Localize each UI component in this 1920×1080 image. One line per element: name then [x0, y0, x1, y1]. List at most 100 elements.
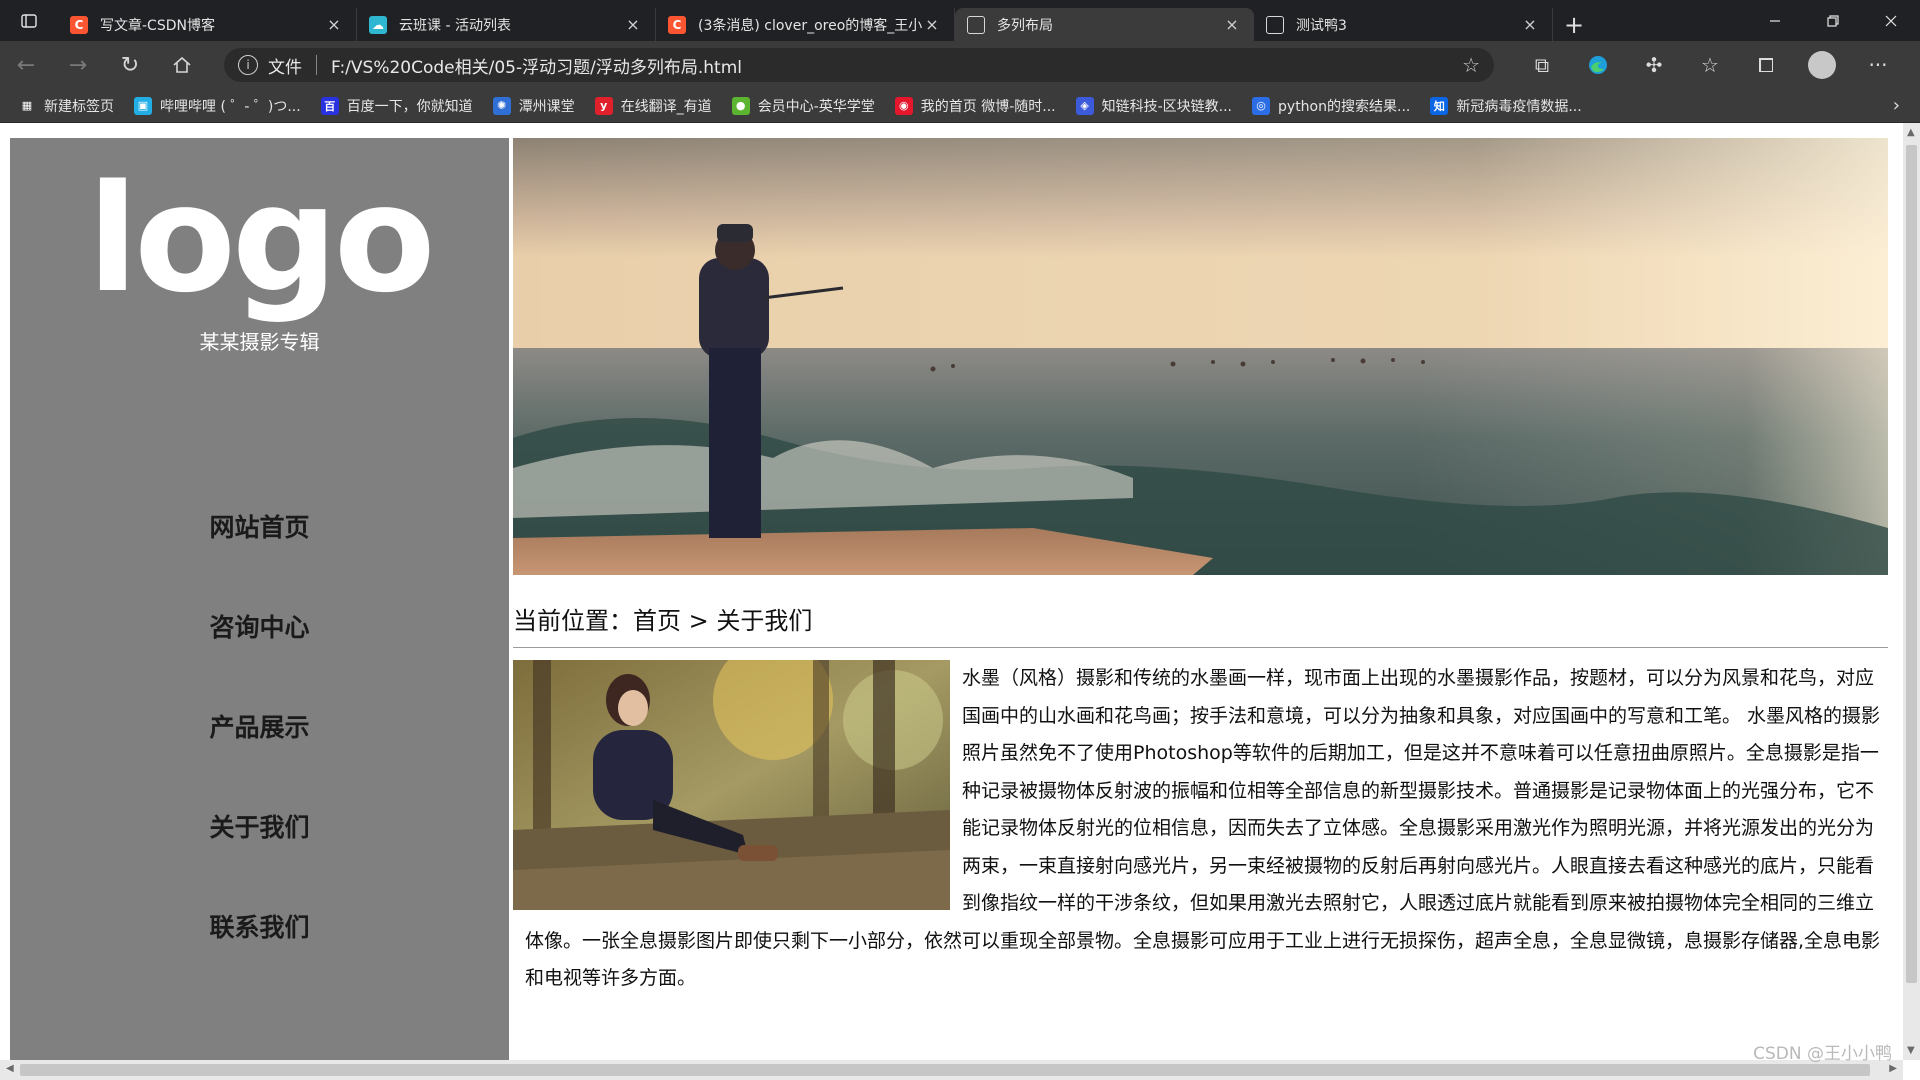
- zhihu-icon: 知: [1430, 96, 1449, 115]
- bookmark-label: 会员中心-英华学堂: [757, 98, 875, 115]
- csdn-icon: C: [668, 15, 686, 34]
- breadcrumb: 当前位置：首页 > 关于我们: [513, 607, 813, 635]
- close-window-button[interactable]: [1862, 0, 1920, 41]
- bookmark-label: 新建标签页: [44, 98, 114, 115]
- address-scheme-label: 文件: [268, 57, 302, 78]
- home-icon: [173, 56, 191, 73]
- bookmark-item[interactable]: 百百度一下，你就知道: [320, 96, 473, 116]
- bilibili-icon: ▣: [134, 96, 152, 115]
- page-icon: ▯: [967, 15, 985, 34]
- extension-button[interactable]: ⧉: [1514, 41, 1570, 89]
- info-icon[interactable]: i: [238, 55, 258, 75]
- horizontal-scroll-thumb[interactable]: [20, 1064, 1870, 1076]
- weibo-icon: ◉: [894, 96, 913, 115]
- horizontal-scrollbar[interactable]: ◀ ▶: [0, 1060, 1903, 1080]
- avatar: [1808, 51, 1836, 79]
- minimize-button[interactable]: [1746, 0, 1804, 41]
- close-icon[interactable]: ×: [1222, 15, 1242, 34]
- bookmark-item[interactable]: ◉ 我的首页 微博-随时...: [894, 96, 1056, 116]
- close-icon[interactable]: ×: [1520, 15, 1540, 34]
- vertical-scroll-thumb[interactable]: [1906, 145, 1917, 983]
- tab-title: 云班课 - 活动列表: [399, 17, 511, 34]
- bookmark-item[interactable]: ▦ 新建标签页: [18, 96, 114, 116]
- edge-icon: [1589, 56, 1607, 74]
- tanzhou-icon: ✺: [492, 96, 511, 115]
- sidebar-nav-item[interactable]: 咨询中心: [10, 598, 509, 698]
- page-icon: ▯: [1266, 15, 1284, 34]
- vertical-scrollbar[interactable]: ▲ ▼: [1903, 123, 1920, 1060]
- bookmark-item[interactable]: ✺ 潭州课堂: [492, 96, 575, 116]
- tab-1[interactable]: ☁ 云班课 - 活动列表 ×: [357, 8, 656, 41]
- settings-menu-button[interactable]: ···: [1850, 41, 1906, 89]
- restore-button[interactable]: [1804, 0, 1862, 41]
- plus-icon: +: [1563, 10, 1585, 39]
- scroll-down-icon[interactable]: ▼: [1907, 1045, 1915, 1056]
- bookmark-label: python的搜索结果...: [1278, 98, 1411, 115]
- main-content: 当前位置：首页 > 关于我们 水墨（风格）摄影和传统的水墨画一样，现市面上出现的…: [513, 138, 1888, 998]
- profile-button[interactable]: [1794, 41, 1850, 89]
- bookmark-item[interactable]: ◎ python的搜索结果...: [1252, 96, 1410, 116]
- bookmark-item[interactable]: ◈ 知链科技-区块链教...: [1075, 96, 1232, 116]
- bookmarks-bar: ▦ 新建标签页 ▣ 哔哩哔哩 ( ゜- ゜)つ... 百百度一下，你就知道 ✺ 潭州课堂 y 在…: [0, 89, 1920, 123]
- sidebar-nav-item[interactable]: 网站首页: [10, 498, 509, 598]
- new-tab-icon: ▦: [18, 96, 36, 115]
- puzzle-icon: ✣: [1645, 53, 1663, 77]
- navigation-toolbar: ← → ↻ i 文件 F:/VS%20Code相关/05-浮动习题/浮动多列布局…: [0, 41, 1920, 89]
- bookmark-label: 百度一下，你就知道: [346, 98, 473, 115]
- forward-button[interactable]: →: [52, 41, 104, 89]
- refresh-icon: ↻: [120, 52, 140, 78]
- bookmark-item[interactable]: ● 会员中心-英华学堂: [731, 96, 875, 116]
- tab-actions-button[interactable]: [0, 0, 58, 41]
- zhilian-icon: ◈: [1075, 96, 1094, 115]
- sidebar-nav-item[interactable]: 联系我们: [10, 898, 509, 998]
- close-icon[interactable]: ×: [324, 15, 344, 34]
- watermark: CSDN @王小小鸭: [1753, 1044, 1892, 1064]
- tab-3[interactable]: ▯ 多列布局 ×: [955, 8, 1254, 41]
- extensions-button[interactable]: ✣: [1626, 41, 1682, 89]
- close-icon[interactable]: ×: [922, 15, 942, 34]
- bookmark-item[interactable]: ▣ 哔哩哔哩 ( ゜- ゜)つ...: [134, 96, 301, 116]
- tab-title: 多列布局: [997, 17, 1053, 34]
- minimize-icon: [1770, 19, 1780, 22]
- new-tab-button[interactable]: +: [1553, 8, 1595, 41]
- favorites-button[interactable]: ☆: [1682, 41, 1738, 89]
- page-viewport: logo 某某摄影专辑 网站首页 咨询中心 产品展示 关于我们 联系我们 当前位…: [0, 123, 1903, 1060]
- scroll-right-icon[interactable]: ▶: [1889, 1063, 1897, 1074]
- arrow-right-icon: →: [68, 52, 88, 78]
- bookmark-item[interactable]: 知新冠病毒疫情数据...: [1430, 96, 1582, 116]
- tab-actions-icon: [21, 13, 37, 28]
- extensions-area: ⧉ ✣ ☆ ⧠ ···: [1514, 41, 1906, 89]
- tab-4[interactable]: ▯ 测试鸭3 ×: [1254, 8, 1553, 41]
- sidebar: logo 某某摄影专辑 网站首页 咨询中心 产品展示 关于我们 联系我们: [10, 138, 509, 1060]
- bookmark-list: ▦ 新建标签页 ▣ 哔哩哔哩 ( ゜- ゜)つ... 百百度一下，你就知道 ✺ 潭州课堂 y 在…: [18, 96, 1602, 116]
- home-button[interactable]: [156, 41, 208, 89]
- close-icon: [1885, 15, 1897, 26]
- cloud-class-icon: ☁: [369, 15, 387, 34]
- address-url[interactable]: F:/VS%20Code相关/05-浮动习题/浮动多列布局.html: [331, 53, 1462, 78]
- arrow-left-icon: ←: [16, 52, 36, 78]
- address-bar[interactable]: i 文件 F:/VS%20Code相关/05-浮动习题/浮动多列布局.html …: [224, 48, 1494, 82]
- bookmark-label: 潭州课堂: [518, 98, 575, 115]
- site-logo[interactable]: logo: [10, 164, 509, 314]
- sidebar-nav-item[interactable]: 产品展示: [10, 698, 509, 798]
- baidu-icon: 百: [320, 96, 339, 115]
- refresh-button[interactable]: ↻: [104, 41, 156, 89]
- collections-button[interactable]: ⧠: [1738, 41, 1794, 89]
- article-photo: [513, 660, 950, 910]
- more-icon: ···: [1868, 53, 1888, 77]
- bookmark-item[interactable]: y 在线翻译_有道: [594, 96, 712, 116]
- close-icon[interactable]: ×: [623, 15, 643, 34]
- tab-0[interactable]: C 写文章-CSDN博客 ×: [58, 8, 357, 41]
- back-button[interactable]: ←: [0, 41, 52, 89]
- edge-button[interactable]: [1570, 41, 1626, 89]
- scroll-left-icon[interactable]: ◀: [6, 1063, 14, 1074]
- chevron-right-icon[interactable]: ›: [1893, 95, 1900, 116]
- bookmark-label: 哔哩哔哩 ( ゜- ゜)つ...: [160, 98, 301, 115]
- add-favorite-icon[interactable]: ☆: [1462, 53, 1480, 77]
- bookmark-label: 新冠病毒疫情数据...: [1456, 98, 1582, 115]
- sidebar-nav-item[interactable]: 关于我们: [10, 798, 509, 898]
- article-body: 水墨（风格）摄影和传统的水墨画一样，现市面上出现的水墨摄影作品，按题材，可以分为…: [513, 660, 1888, 998]
- window-controls: [1746, 0, 1920, 41]
- tab-2[interactable]: C (3条消息) clover_oreo的博客_王小 ×: [656, 8, 955, 41]
- scroll-up-icon[interactable]: ▲: [1907, 127, 1915, 138]
